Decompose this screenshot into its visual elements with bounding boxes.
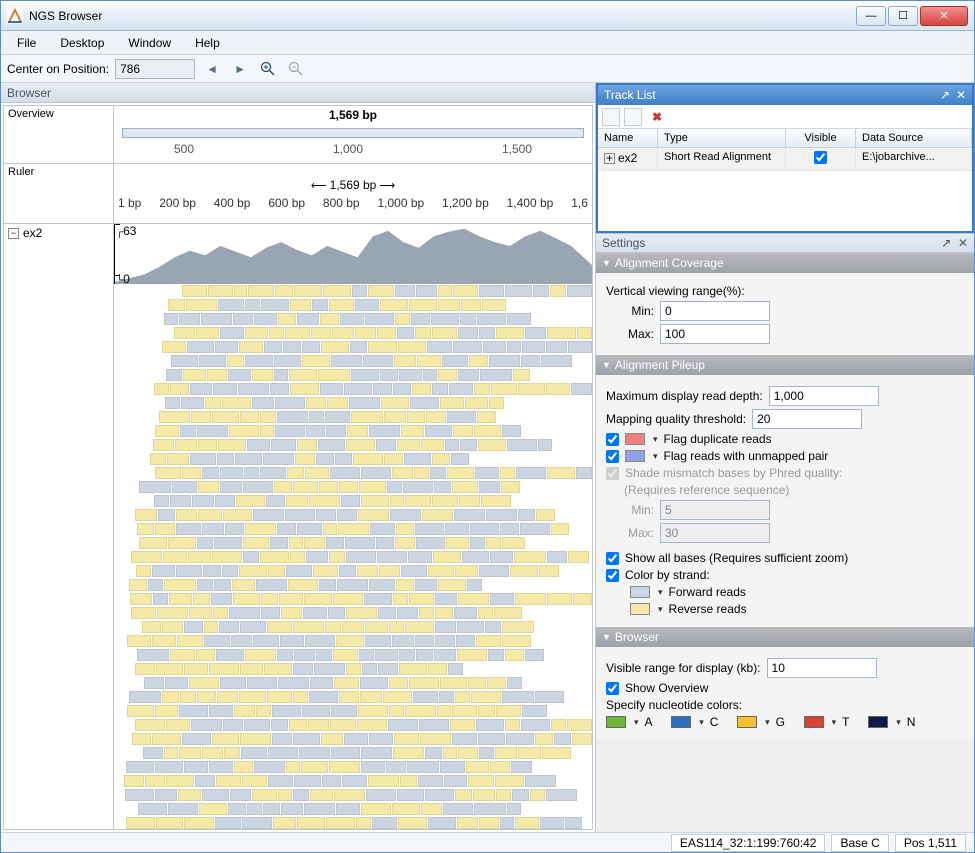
status-pos: Pos 1,511	[895, 834, 966, 852]
section-browser[interactable]: ▼Browser	[596, 627, 974, 647]
center-position-input[interactable]	[115, 59, 195, 79]
app-icon	[7, 8, 23, 24]
fwd-color-swatch[interactable]	[630, 586, 650, 598]
status-read: EAS114_32:1:199:760:42	[671, 834, 826, 852]
tracklist-close-icon[interactable]: ✕	[956, 88, 966, 102]
flag-unmapped-checkbox[interactable]	[606, 450, 619, 463]
back-button[interactable]: ◄	[201, 59, 223, 79]
menu-desktop[interactable]: Desktop	[50, 34, 114, 52]
maximize-button[interactable]: ☐	[888, 6, 918, 26]
expand-icon[interactable]: +	[604, 153, 615, 164]
overview-bp: 1,569 bp	[114, 106, 592, 124]
center-position-label: Center on Position:	[7, 62, 109, 76]
coverage-min: └0	[116, 272, 130, 286]
menubar: File Desktop Window Help	[1, 31, 974, 55]
overview-label: Overview	[4, 106, 114, 163]
browser-panel-header: Browser	[1, 83, 595, 103]
col-visible[interactable]: Visible	[786, 129, 856, 147]
ruler-label: Ruler	[4, 164, 114, 223]
minimize-button[interactable]: —	[856, 6, 886, 26]
status-base: Base C	[831, 834, 888, 852]
window-title: NGS Browser	[29, 9, 856, 23]
track-label[interactable]: − ex2	[4, 224, 114, 829]
track-visible-checkbox[interactable]	[814, 151, 827, 164]
nuc-g-swatch[interactable]	[737, 716, 757, 728]
statusbar: EAS114_32:1:199:760:42 Base C Pos 1,511	[1, 832, 974, 852]
settings-close-icon[interactable]: ✕	[958, 236, 968, 250]
nuc-a-swatch[interactable]	[606, 716, 626, 728]
menu-file[interactable]: File	[7, 34, 46, 52]
cov-min-input[interactable]	[660, 301, 770, 321]
section-alignment-coverage[interactable]: ▼Alignment Coverage	[596, 253, 974, 273]
shade-max-input	[660, 523, 770, 543]
reads-grid	[114, 285, 592, 829]
coverage-chart	[114, 224, 592, 284]
col-datasource[interactable]: Data Source	[856, 129, 972, 147]
close-button[interactable]: ✕	[920, 6, 968, 26]
visible-range-input[interactable]	[767, 658, 877, 678]
coverage-max: ┌63	[116, 224, 136, 238]
shade-checkbox	[606, 467, 619, 480]
cov-max-input[interactable]	[660, 324, 770, 344]
mapq-input[interactable]	[752, 409, 862, 429]
nuc-c-swatch[interactable]	[671, 716, 691, 728]
settings-undock-icon[interactable]: ↗	[941, 236, 951, 250]
menu-window[interactable]: Window	[118, 34, 181, 52]
move-track-down-button[interactable]	[624, 108, 642, 126]
track-name: ex2	[23, 226, 42, 240]
ruler-ticks: 1 bp200 bp400 bp600 bp800 bp1,000 bp1,20…	[114, 192, 592, 210]
flag-dup-checkbox[interactable]	[606, 433, 619, 446]
vert-range-label: Vertical viewing range(%):	[606, 284, 745, 298]
show-overview-checkbox[interactable]	[606, 682, 619, 695]
read-depth-input[interactable]	[769, 386, 879, 406]
tracklist-header: Track List	[604, 88, 656, 102]
move-track-up-button[interactable]	[602, 108, 620, 126]
ruler-bp: ⟵ 1,569 bp ⟶	[114, 164, 592, 192]
pileup-area[interactable]: ┌63 └0	[114, 224, 592, 829]
dup-color-swatch[interactable]	[625, 433, 645, 445]
forward-button[interactable]: ►	[229, 59, 251, 79]
col-type[interactable]: Type	[658, 129, 786, 147]
section-alignment-pileup[interactable]: ▼Alignment Pileup	[596, 355, 974, 375]
overview-range-bar[interactable]	[122, 128, 584, 138]
nuc-n-swatch[interactable]	[868, 716, 888, 728]
table-row[interactable]: +ex2 Short Read Alignment E:\jobarchive.…	[598, 148, 972, 171]
shade-min-input	[660, 500, 770, 520]
collapse-icon[interactable]: −	[8, 228, 19, 239]
nuc-t-swatch[interactable]	[804, 716, 824, 728]
col-name[interactable]: Name	[598, 129, 658, 147]
delete-track-button[interactable]: ✖	[652, 110, 662, 124]
unmapped-color-swatch[interactable]	[625, 450, 645, 462]
titlebar: NGS Browser — ☐ ✕	[1, 1, 974, 31]
color-by-strand-checkbox[interactable]	[606, 569, 619, 582]
settings-header: Settings	[602, 236, 645, 250]
overview-ticks: 500 1,000 1,500	[114, 142, 592, 156]
zoom-in-button[interactable]	[257, 59, 279, 79]
toolbar: Center on Position: ◄ ►	[1, 55, 974, 83]
tracklist-panel: Track List ↗ ✕ ✖ Name Type Visible Data S…	[596, 83, 974, 233]
menu-help[interactable]: Help	[185, 34, 230, 52]
show-all-bases-checkbox[interactable]	[606, 552, 619, 565]
rev-color-swatch[interactable]	[630, 603, 650, 615]
undock-icon[interactable]: ↗	[940, 88, 950, 102]
zoom-out-button[interactable]	[285, 59, 307, 79]
